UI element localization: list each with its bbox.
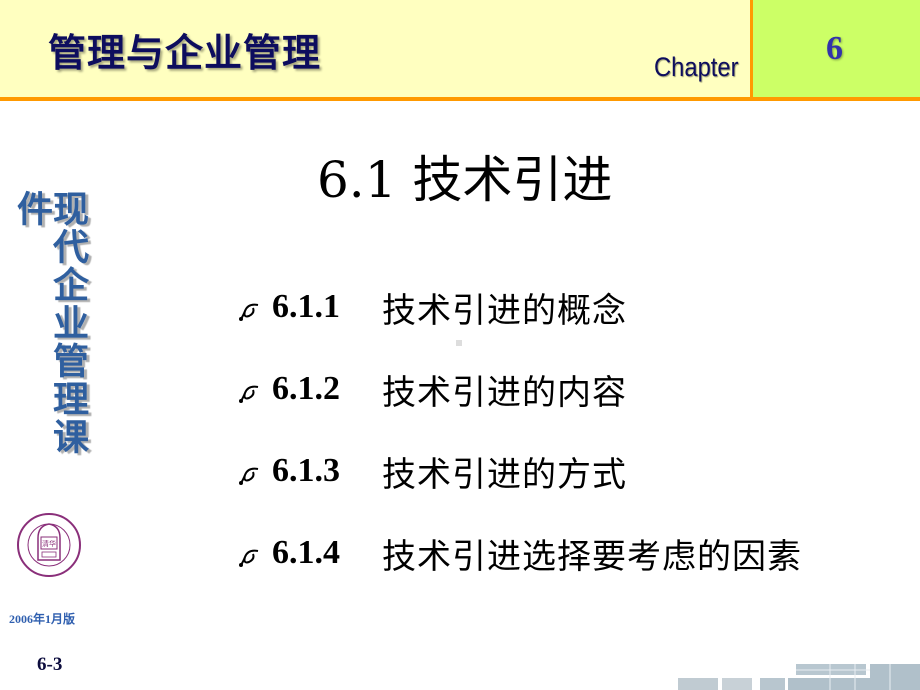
item-number: 6.1.4 — [272, 534, 340, 571]
course-title: 管理与企业管理 — [48, 31, 322, 75]
item-number: 6.1.2 — [272, 370, 340, 407]
edition-label: 2006年1月版 — [9, 612, 76, 626]
footer-decoration — [678, 664, 920, 690]
script-bullet-icon — [239, 549, 259, 567]
section-title: 6.1 技术引进 — [317, 151, 613, 209]
list-item: 6.1.4 技术引进选择要考虑的因素 — [238, 528, 802, 578]
vertical-course-title: 现代企业管理课件 — [11, 190, 89, 456]
chapter-label: Chapter — [654, 52, 739, 82]
header-divider — [0, 97, 920, 101]
list-item: 6.1.2 技术引进的内容 — [238, 364, 627, 414]
script-bullet-icon — [239, 385, 259, 403]
decorative-dot — [456, 340, 462, 346]
university-press-logo-icon: 清华 — [17, 513, 81, 577]
script-bullet-icon — [239, 303, 259, 321]
list-item: 6.1.1 技术引进的概念 — [238, 282, 627, 332]
item-number: 6.1.3 — [272, 452, 340, 489]
item-text: 技术引进的概念 — [382, 290, 627, 331]
item-text: 技术引进的方式 — [382, 454, 627, 495]
svg-text:清华: 清华 — [42, 539, 56, 548]
item-text: 技术引进的内容 — [382, 372, 627, 413]
slide-number: 6-3 — [37, 654, 63, 675]
chapter-number: 6 — [826, 30, 843, 67]
item-number: 6.1.1 — [272, 288, 340, 325]
list-item: 6.1.3 技术引进的方式 — [238, 446, 627, 496]
script-bullet-icon — [239, 467, 259, 485]
item-text: 技术引进选择要考虑的因素 — [382, 536, 802, 577]
